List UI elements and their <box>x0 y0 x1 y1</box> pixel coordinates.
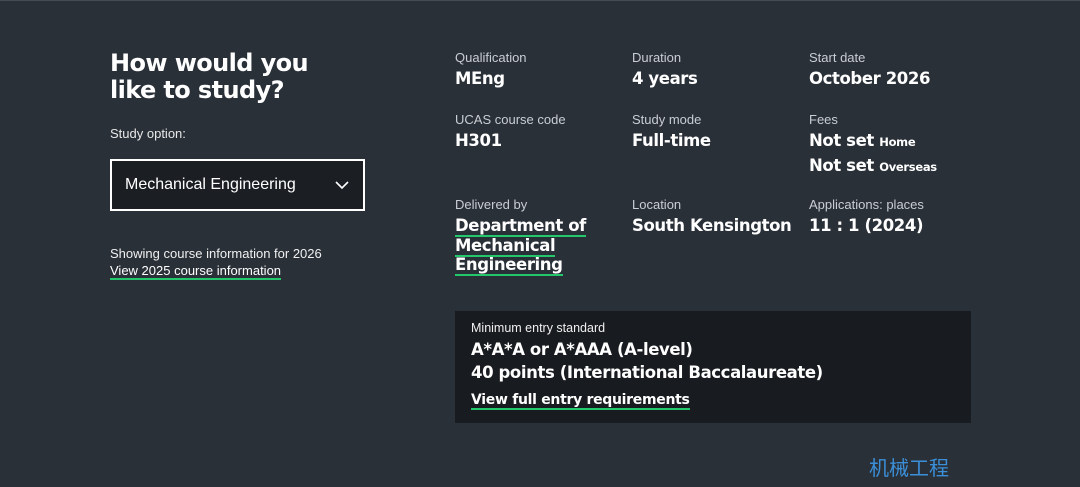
entry-standard-label: Minimum entry standard <box>471 321 606 335</box>
start-date-value: October 2026 <box>809 69 931 88</box>
fees-home-label: Home <box>879 135 916 149</box>
applications-label: Applications: places <box>809 197 924 212</box>
fees-home-value: Not set <box>809 131 874 150</box>
delivered-by-label: Delivered by <box>455 197 528 212</box>
fees-overseas-line: Not set Overseas <box>809 154 937 179</box>
department-link-line-3: Engineering <box>455 255 563 276</box>
study-options-panel: How would you like to study? Study optio… <box>110 50 390 280</box>
department-link[interactable]: Department of Mechanical Engineering <box>455 216 605 276</box>
study-mode-value: Full-time <box>632 131 711 150</box>
applications-item: Applications: places 11 : 1 (2024) <box>809 197 924 236</box>
study-heading: How would you like to study? <box>110 49 309 104</box>
fees-overseas-label: Overseas <box>879 160 937 174</box>
start-date-item: Start date October 2026 <box>809 50 930 89</box>
view-entry-requirements-link[interactable]: View full entry requirements <box>471 392 690 410</box>
fees-label: Fees <box>809 112 838 127</box>
location-label: Location <box>632 197 682 212</box>
applications-value: 11 : 1 (2024) <box>809 216 924 235</box>
ucas-code-item: UCAS course code H301 <box>455 112 566 151</box>
fees-home-line: Not set Home <box>809 129 937 154</box>
department-link-line-2: Mechanical <box>455 235 556 257</box>
entry-standard-panel: Minimum entry standard A*A*A or A*AAA (A… <box>455 311 971 423</box>
fees-item: Fees Not set Home Not set Overseas <box>809 112 937 179</box>
duration-label: Duration <box>632 50 682 65</box>
location-item: Location South Kensington <box>632 197 792 236</box>
duration-item: Duration 4 years <box>632 50 698 89</box>
entry-a-level: A*A*A or A*AAA (A-level) <box>471 340 693 359</box>
duration-value: 4 years <box>632 69 698 88</box>
chevron-down-icon <box>335 178 349 192</box>
qualification-label: Qualification <box>455 50 527 65</box>
study-option-label: Study option: <box>110 126 186 141</box>
view-2025-course-link[interactable]: View 2025 course information <box>110 263 282 280</box>
ucas-code-label: UCAS course code <box>455 112 566 127</box>
study-option-value: Mechanical Engineering <box>125 176 296 193</box>
qualification-value: MEng <box>455 69 505 88</box>
watermark-text: 机械工程 <box>869 456 949 480</box>
delivered-by-item: Delivered by Department of Mechanical En… <box>455 197 605 276</box>
fees-overseas-value: Not set <box>809 156 874 175</box>
showing-course-info-text: Showing course information for 2026 <box>110 246 322 261</box>
study-option-select[interactable]: Mechanical Engineering <box>110 159 365 211</box>
study-mode-label: Study mode <box>632 112 702 127</box>
ucas-code-value: H301 <box>455 131 502 150</box>
entry-ib: 40 points (International Baccalaureate) <box>471 363 823 382</box>
study-mode-item: Study mode Full-time <box>632 112 711 151</box>
qualification-item: Qualification MEng <box>455 50 527 89</box>
start-date-label: Start date <box>809 50 866 65</box>
location-value: South Kensington <box>632 216 792 235</box>
department-link-line-1: Department of <box>455 216 586 237</box>
